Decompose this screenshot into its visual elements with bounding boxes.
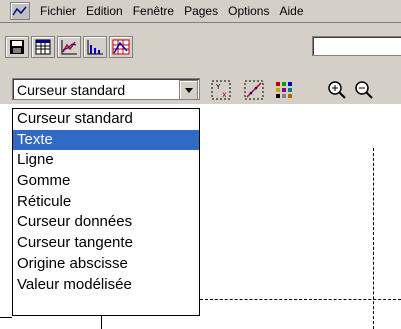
grid-graph-button[interactable]	[109, 36, 133, 58]
save-icon	[10, 40, 24, 54]
menu-aide[interactable]: Aide	[275, 4, 309, 18]
option-ligne[interactable]: Ligne	[13, 150, 199, 171]
zoom-out-button[interactable]	[352, 78, 376, 102]
tangent-button[interactable]	[242, 78, 266, 102]
cursor-mode-dropdown-list: Curseur standard Texte Ligne Gomme Rétic…	[12, 108, 200, 316]
zoom-in-icon	[328, 81, 346, 99]
chevron-down-icon	[184, 87, 193, 93]
save-button[interactable]	[5, 36, 29, 58]
menu-fenetre[interactable]: Fenêtre	[129, 4, 180, 18]
cursor-vertical-line	[373, 148, 374, 329]
option-texte[interactable]: Texte	[13, 129, 199, 151]
option-curseur-tangente[interactable]: Curseur tangente	[13, 233, 199, 254]
grid-graph-icon	[112, 39, 130, 55]
option-curseur-standard[interactable]: Curseur standard	[13, 109, 199, 130]
option-gomme[interactable]: Gomme	[13, 171, 199, 192]
toolbar-input[interactable]	[312, 36, 401, 56]
color-grid-button[interactable]	[272, 78, 296, 102]
axes-button[interactable]: Y x	[209, 78, 233, 102]
menu-options[interactable]: Options	[224, 4, 275, 18]
toolbar-cursor: Curseur standard Y x	[0, 62, 401, 104]
option-origine-abscisse[interactable]: Origine abscisse	[13, 254, 199, 275]
menu-bar: Fichier Edition Fenêtre Pages Options Ai…	[0, 0, 401, 23]
cursor-horizontal-line	[200, 299, 401, 300]
tangent-line-icon	[244, 80, 264, 100]
bar-graph-icon	[87, 40, 103, 55]
menu-fichier[interactable]: Fichier	[36, 4, 82, 18]
menu-pages[interactable]: Pages	[180, 4, 224, 18]
dropdown-arrow-button[interactable]	[179, 80, 198, 100]
x-axis-line	[0, 317, 12, 318]
toolbar-main	[0, 26, 401, 60]
svg-text:x: x	[222, 90, 227, 99]
axes-xy-icon: Y x	[211, 80, 231, 100]
color-grid-icon	[276, 82, 292, 98]
graph-window-icon[interactable]	[10, 2, 30, 20]
option-valeur-modelisee[interactable]: Valeur modélisée	[13, 275, 199, 296]
bar-graph-button[interactable]	[83, 36, 107, 58]
svg-text:Y: Y	[215, 83, 221, 91]
curve-graph-button[interactable]	[57, 36, 81, 58]
zoom-in-button[interactable]	[325, 78, 349, 102]
zoom-out-icon	[355, 81, 373, 99]
table-button[interactable]	[31, 36, 55, 58]
curve-graph-icon	[61, 40, 77, 55]
menu-edition[interactable]: Edition	[82, 4, 129, 18]
table-icon	[35, 39, 51, 55]
option-reticule[interactable]: Réticule	[13, 192, 199, 213]
cursor-mode-value: Curseur standard	[17, 82, 126, 98]
option-curseur-donnees[interactable]: Curseur données	[13, 212, 199, 233]
cursor-mode-select[interactable]: Curseur standard	[12, 78, 200, 100]
